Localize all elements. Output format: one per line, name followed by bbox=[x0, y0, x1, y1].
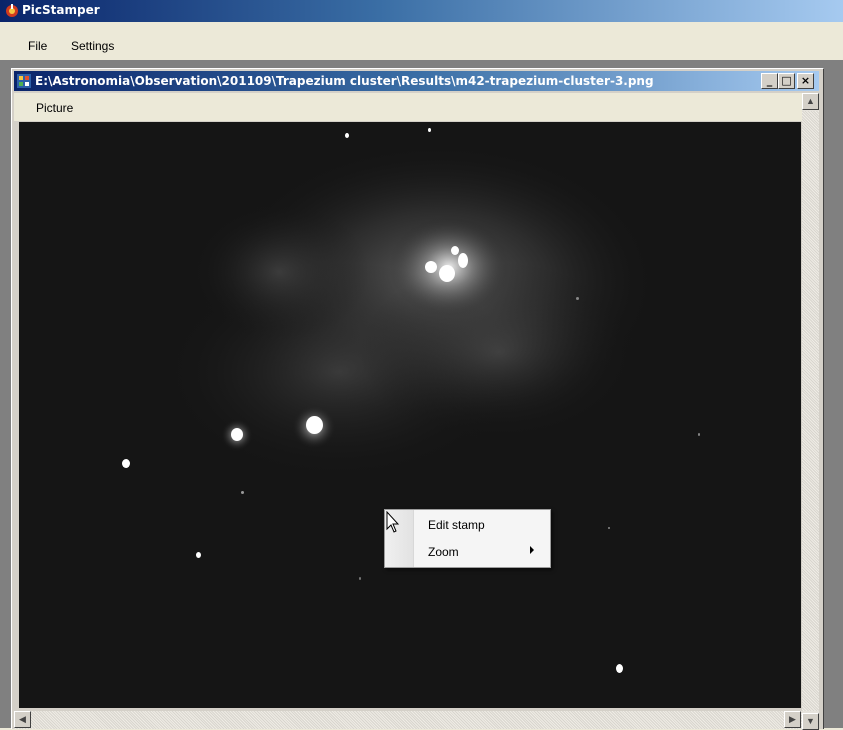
edit-stamp-label: Edit stamp bbox=[428, 518, 485, 532]
context-menu-zoom[interactable]: Zoom bbox=[414, 541, 548, 563]
zoom-label: Zoom bbox=[428, 545, 459, 559]
star bbox=[425, 261, 437, 273]
menu-picture[interactable]: Picture bbox=[36, 101, 73, 115]
mouse-pointer-icon bbox=[386, 511, 400, 533]
star bbox=[428, 128, 431, 132]
star bbox=[458, 253, 468, 268]
nebula-image bbox=[19, 122, 801, 708]
star bbox=[231, 428, 243, 441]
scroll-left-icon[interactable]: ◀ bbox=[14, 711, 31, 728]
picture-window-titlebar[interactable]: E:\Astronomia\Observation\201109\Trapezi… bbox=[14, 71, 819, 91]
picstamper-app-icon bbox=[6, 4, 18, 17]
vertical-scroll-track[interactable] bbox=[802, 111, 819, 711]
minimize-button[interactable]: _ bbox=[761, 73, 778, 89]
picture-window-title: E:\Astronomia\Observation\201109\Trapezi… bbox=[35, 74, 654, 88]
star bbox=[451, 246, 459, 255]
star bbox=[306, 416, 323, 434]
menu-settings[interactable]: Settings bbox=[71, 39, 114, 53]
star bbox=[196, 552, 201, 558]
picture-menubar: Picture bbox=[14, 93, 802, 121]
main-menubar: File Settings bbox=[0, 22, 843, 60]
star bbox=[359, 577, 361, 580]
context-menu-edit-stamp[interactable]: Edit stamp bbox=[414, 514, 548, 536]
close-button[interactable]: × bbox=[797, 73, 814, 89]
horizontal-scrollbar[interactable]: ◀ ▶ bbox=[14, 711, 802, 729]
star bbox=[241, 491, 244, 494]
star bbox=[439, 265, 455, 282]
star bbox=[576, 297, 579, 300]
context-menu: Edit stamp Zoom bbox=[384, 509, 551, 568]
star bbox=[616, 664, 623, 673]
menu-file[interactable]: File bbox=[28, 39, 47, 53]
scroll-right-icon[interactable]: ▶ bbox=[784, 711, 801, 728]
star bbox=[698, 433, 700, 436]
star bbox=[345, 133, 349, 138]
star bbox=[122, 459, 130, 468]
scroll-down-icon[interactable]: ▼ bbox=[802, 713, 819, 730]
document-icon bbox=[17, 74, 31, 88]
app-titlebar[interactable]: PicStamper bbox=[0, 0, 843, 22]
maximize-button[interactable]: □ bbox=[778, 73, 795, 89]
vertical-scrollbar[interactable]: ▲ ▼ bbox=[802, 93, 819, 730]
astronomy-picture[interactable] bbox=[19, 122, 801, 708]
star bbox=[608, 527, 610, 529]
submenu-arrow-icon bbox=[530, 546, 534, 554]
scroll-up-icon[interactable]: ▲ bbox=[802, 93, 819, 110]
app-title: PicStamper bbox=[22, 3, 100, 17]
